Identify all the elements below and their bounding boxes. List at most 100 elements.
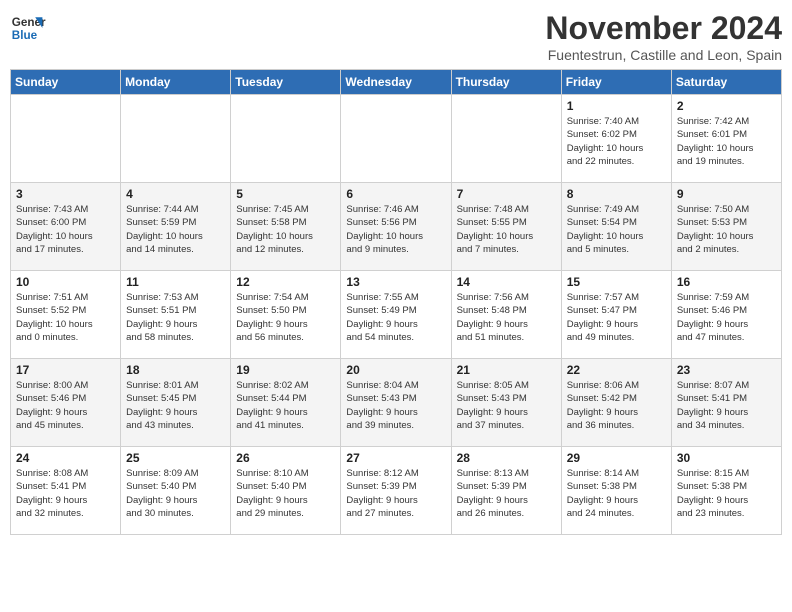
month-title: November 2024 [545, 10, 782, 47]
calendar-cell: 11Sunrise: 7:53 AM Sunset: 5:51 PM Dayli… [121, 271, 231, 359]
day-info: Sunrise: 7:42 AM Sunset: 6:01 PM Dayligh… [677, 115, 776, 168]
header-tuesday: Tuesday [231, 70, 341, 95]
calendar-cell [11, 95, 121, 183]
day-number: 12 [236, 275, 335, 289]
day-number: 17 [16, 363, 115, 377]
calendar-cell: 13 Sunrise: 7:55 AM Sunset: 5:49 PM Dayli… [341, 271, 451, 359]
calendar-cell: 28 Sunrise: 8:13 AM Sunset: 5:39 PM Dayli… [451, 447, 561, 535]
day-number: 1 [567, 99, 666, 113]
day-number: 30 [677, 451, 776, 465]
header-thursday: Thursday [451, 70, 561, 95]
day-number: 28 [457, 451, 556, 465]
calendar-cell: 5 Sunrise: 7:45 AM Sunset: 5:58 PM Daylig… [231, 183, 341, 271]
calendar-cell: 23 Sunrise: 8:07 AM Sunset: 5:41 PM Dayli… [671, 359, 781, 447]
day-number: 29 [567, 451, 666, 465]
calendar-week-row: 1Sunrise: 7:40 AM Sunset: 6:02 PM Daylig… [11, 95, 782, 183]
header-wednesday: Wednesday [341, 70, 451, 95]
logo: General Blue [10, 10, 46, 46]
header-monday: Monday [121, 70, 231, 95]
calendar-cell: 10 Sunrise: 7:51 AM Sunset: 5:52 PM Dayli… [11, 271, 121, 359]
header-friday: Friday [561, 70, 671, 95]
day-info: Sunrise: 8:14 AM Sunset: 5:38 PM Dayligh… [567, 467, 666, 520]
day-number: 15 [567, 275, 666, 289]
day-number: 21 [457, 363, 556, 377]
day-number: 22 [567, 363, 666, 377]
day-number: 10 [16, 275, 115, 289]
day-info: Sunrise: 7:50 AM Sunset: 5:53 PM Dayligh… [677, 203, 776, 256]
day-number: 8 [567, 187, 666, 201]
calendar-cell: 14 Sunrise: 7:56 AM Sunset: 5:48 PM Dayli… [451, 271, 561, 359]
logo-icon: General Blue [10, 10, 46, 46]
title-section: November 2024 Fuentestrun, Castille and … [545, 10, 782, 63]
calendar-cell: 2 Sunrise: 7:42 AM Sunset: 6:01 PM Daylig… [671, 95, 781, 183]
day-info: Sunrise: 8:01 AM Sunset: 5:45 PM Dayligh… [126, 379, 225, 432]
day-number: 16 [677, 275, 776, 289]
day-info: Sunrise: 8:00 AM Sunset: 5:46 PM Dayligh… [16, 379, 115, 432]
calendar-cell: 26 Sunrise: 8:10 AM Sunset: 5:40 PM Dayli… [231, 447, 341, 535]
day-number: 20 [346, 363, 445, 377]
day-number: 25 [126, 451, 225, 465]
day-info: Sunrise: 7:46 AM Sunset: 5:56 PM Dayligh… [346, 203, 445, 256]
header-sunday: Sunday [11, 70, 121, 95]
day-number: 11 [126, 275, 225, 289]
calendar-cell: 21 Sunrise: 8:05 AM Sunset: 5:43 PM Dayli… [451, 359, 561, 447]
day-number: 14 [457, 275, 556, 289]
calendar-cell [451, 95, 561, 183]
calendar-header-row: SundayMondayTuesdayWednesdayThursdayFrid… [11, 70, 782, 95]
day-number: 5 [236, 187, 335, 201]
day-info: Sunrise: 7:51 AM Sunset: 5:52 PM Dayligh… [16, 291, 115, 344]
calendar-cell: 18Sunrise: 8:01 AM Sunset: 5:45 PM Dayli… [121, 359, 231, 447]
calendar-cell: 16 Sunrise: 7:59 AM Sunset: 5:46 PM Dayli… [671, 271, 781, 359]
day-number: 27 [346, 451, 445, 465]
calendar-week-row: 10 Sunrise: 7:51 AM Sunset: 5:52 PM Dayli… [11, 271, 782, 359]
day-info: Sunrise: 8:10 AM Sunset: 5:40 PM Dayligh… [236, 467, 335, 520]
day-info: Sunrise: 8:06 AM Sunset: 5:42 PM Dayligh… [567, 379, 666, 432]
calendar-cell: 19 Sunrise: 8:02 AM Sunset: 5:44 PM Dayli… [231, 359, 341, 447]
day-number: 19 [236, 363, 335, 377]
day-number: 23 [677, 363, 776, 377]
day-info: Sunrise: 7:56 AM Sunset: 5:48 PM Dayligh… [457, 291, 556, 344]
day-info: Sunrise: 8:04 AM Sunset: 5:43 PM Dayligh… [346, 379, 445, 432]
day-number: 7 [457, 187, 556, 201]
day-info: Sunrise: 7:43 AM Sunset: 6:00 PM Dayligh… [16, 203, 115, 256]
day-number: 13 [346, 275, 445, 289]
calendar-cell [121, 95, 231, 183]
day-info: Sunrise: 8:15 AM Sunset: 5:38 PM Dayligh… [677, 467, 776, 520]
calendar-cell: 1Sunrise: 7:40 AM Sunset: 6:02 PM Daylig… [561, 95, 671, 183]
day-info: Sunrise: 7:49 AM Sunset: 5:54 PM Dayligh… [567, 203, 666, 256]
day-info: Sunrise: 7:59 AM Sunset: 5:46 PM Dayligh… [677, 291, 776, 344]
calendar-cell: 29 Sunrise: 8:14 AM Sunset: 5:38 PM Dayli… [561, 447, 671, 535]
day-number: 3 [16, 187, 115, 201]
calendar-table: SundayMondayTuesdayWednesdayThursdayFrid… [10, 69, 782, 535]
day-info: Sunrise: 7:48 AM Sunset: 5:55 PM Dayligh… [457, 203, 556, 256]
calendar-cell: 15 Sunrise: 7:57 AM Sunset: 5:47 PM Dayli… [561, 271, 671, 359]
day-number: 26 [236, 451, 335, 465]
calendar-cell: 27 Sunrise: 8:12 AM Sunset: 5:39 PM Dayli… [341, 447, 451, 535]
calendar-cell: 4 Sunrise: 7:44 AM Sunset: 5:59 PM Daylig… [121, 183, 231, 271]
calendar-cell: 25 Sunrise: 8:09 AM Sunset: 5:40 PM Dayli… [121, 447, 231, 535]
day-number: 4 [126, 187, 225, 201]
day-info: Sunrise: 7:44 AM Sunset: 5:59 PM Dayligh… [126, 203, 225, 256]
day-number: 2 [677, 99, 776, 113]
day-info: Sunrise: 8:05 AM Sunset: 5:43 PM Dayligh… [457, 379, 556, 432]
day-info: Sunrise: 7:45 AM Sunset: 5:58 PM Dayligh… [236, 203, 335, 256]
calendar-cell [231, 95, 341, 183]
day-info: Sunrise: 8:12 AM Sunset: 5:39 PM Dayligh… [346, 467, 445, 520]
day-info: Sunrise: 7:57 AM Sunset: 5:47 PM Dayligh… [567, 291, 666, 344]
day-info: Sunrise: 7:55 AM Sunset: 5:49 PM Dayligh… [346, 291, 445, 344]
calendar-cell: 8 Sunrise: 7:49 AM Sunset: 5:54 PM Daylig… [561, 183, 671, 271]
calendar-cell: 7 Sunrise: 7:48 AM Sunset: 5:55 PM Daylig… [451, 183, 561, 271]
day-info: Sunrise: 8:09 AM Sunset: 5:40 PM Dayligh… [126, 467, 225, 520]
day-info: Sunrise: 7:54 AM Sunset: 5:50 PM Dayligh… [236, 291, 335, 344]
calendar-cell: 17 Sunrise: 8:00 AM Sunset: 5:46 PM Dayli… [11, 359, 121, 447]
location-title: Fuentestrun, Castille and Leon, Spain [545, 47, 782, 63]
day-info: Sunrise: 8:07 AM Sunset: 5:41 PM Dayligh… [677, 379, 776, 432]
calendar-cell: 24Sunrise: 8:08 AM Sunset: 5:41 PM Dayli… [11, 447, 121, 535]
day-info: Sunrise: 8:02 AM Sunset: 5:44 PM Dayligh… [236, 379, 335, 432]
calendar-cell: 6Sunrise: 7:46 AM Sunset: 5:56 PM Daylig… [341, 183, 451, 271]
calendar-week-row: 17 Sunrise: 8:00 AM Sunset: 5:46 PM Dayli… [11, 359, 782, 447]
day-number: 9 [677, 187, 776, 201]
day-info: Sunrise: 8:13 AM Sunset: 5:39 PM Dayligh… [457, 467, 556, 520]
calendar-week-row: 3 Sunrise: 7:43 AM Sunset: 6:00 PM Daylig… [11, 183, 782, 271]
calendar-cell: 22 Sunrise: 8:06 AM Sunset: 5:42 PM Dayli… [561, 359, 671, 447]
